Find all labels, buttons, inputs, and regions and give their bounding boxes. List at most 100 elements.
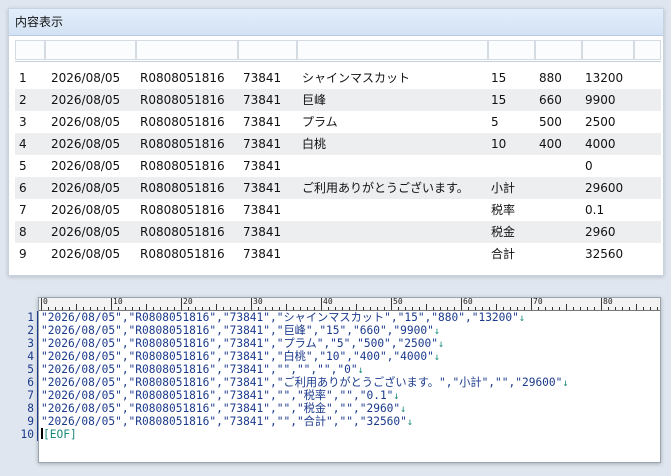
end-of-line-mark: ↓ bbox=[518, 313, 525, 324]
end-of-line-mark: ↓ bbox=[400, 404, 407, 415]
text-line-content: "2026/08/05","R0808051816","73841","巨峰",… bbox=[41, 324, 434, 337]
table-row[interactable]: 2 2026/08/05 R0808051816 73841 巨峰 15 660 9900 bbox=[15, 89, 661, 111]
cell-amount: 13200 bbox=[585, 71, 624, 85]
line-number: 8 bbox=[8, 402, 38, 415]
cell-receipt-code: R0808051816 bbox=[140, 137, 225, 151]
end-of-line-mark: ↓ bbox=[433, 326, 440, 337]
cell-row-number: 4 bbox=[19, 137, 27, 151]
cell-amount: 2960 bbox=[585, 225, 616, 239]
column-header-code[interactable] bbox=[136, 40, 238, 60]
column-header-item[interactable] bbox=[297, 40, 488, 60]
line-number: 6 bbox=[8, 376, 38, 389]
text-line[interactable]: "2026/08/05","R0808051816","73841","","合… bbox=[41, 415, 660, 428]
editor-text-area[interactable]: "2026/08/05","R0808051816","73841","シャイン… bbox=[41, 311, 660, 441]
line-number: 10 bbox=[8, 428, 38, 441]
text-line-content: "2026/08/05","R0808051816","73841","","税… bbox=[41, 389, 394, 402]
column-header-extra[interactable] bbox=[634, 40, 661, 60]
cell-item-name: シャインマスカット bbox=[302, 71, 411, 85]
cell-amount: 0 bbox=[585, 159, 593, 173]
cell-date: 2026/08/05 bbox=[51, 247, 121, 261]
cell-amount: 4000 bbox=[585, 137, 616, 151]
ruler-mark: 50 bbox=[392, 298, 404, 306]
cell-receipt-code: R0808051816 bbox=[140, 203, 225, 217]
cell-date: 2026/08/05 bbox=[51, 181, 121, 195]
cell-receipt-code: R0808051816 bbox=[140, 159, 225, 173]
cell-store-id: 73841 bbox=[243, 203, 282, 217]
cell-quantity: 合計 bbox=[491, 247, 516, 261]
text-line[interactable]: "2026/08/05","R0808051816","73841","ご利用あ… bbox=[41, 376, 660, 389]
end-of-line-mark: ↓ bbox=[437, 339, 444, 350]
cell-date: 2026/08/05 bbox=[51, 115, 121, 129]
cell-item-name: ご利用ありがとうございます。 bbox=[302, 181, 469, 195]
cell-row-number: 7 bbox=[19, 203, 27, 217]
cell-row-number: 8 bbox=[19, 225, 27, 239]
table-row[interactable]: 4 2026/08/05 R0808051816 73841 白桃 10 400 4000 bbox=[15, 133, 661, 155]
end-of-file-mark: [EOF] bbox=[43, 428, 77, 441]
cell-amount: 0.1 bbox=[585, 203, 605, 217]
column-header-id[interactable] bbox=[238, 40, 297, 60]
end-of-line-mark: ↓ bbox=[562, 378, 569, 389]
cell-unit-price: 500 bbox=[539, 115, 562, 129]
panel-title: 内容表示 bbox=[9, 9, 663, 36]
data-grid[interactable]: 1 2026/08/05 R0808051816 73841 シャインマスカット 15 88… bbox=[15, 40, 661, 265]
column-header-date[interactable] bbox=[45, 40, 136, 60]
ruler-mark: 80 bbox=[602, 298, 614, 306]
cell-unit-price: 400 bbox=[539, 137, 562, 151]
table-row[interactable]: 9 2026/08/05 R0808051816 73841 合計 32560 bbox=[15, 243, 661, 265]
ruler-mark: 30 bbox=[252, 298, 264, 306]
line-number: 5 bbox=[8, 363, 38, 376]
text-line[interactable]: "2026/08/05","R0808051816","73841","プラム"… bbox=[41, 337, 660, 350]
ruler-mark: 10 bbox=[112, 298, 124, 306]
table-row[interactable]: 8 2026/08/05 R0808051816 73841 税金 2960 bbox=[15, 221, 661, 243]
text-line[interactable]: "2026/08/05","R0808051816","73841","巨峰",… bbox=[41, 324, 660, 337]
text-line[interactable]: "2026/08/05","R0808051816","73841","",""… bbox=[41, 363, 660, 376]
cell-row-number: 2 bbox=[19, 93, 27, 107]
cell-date: 2026/08/05 bbox=[51, 159, 121, 173]
text-line[interactable]: "2026/08/05","R0808051816","73841","シャイン… bbox=[41, 311, 660, 324]
line-number: 1 bbox=[8, 311, 38, 324]
text-line[interactable]: "2026/08/05","R0808051816","73841","","税… bbox=[41, 402, 660, 415]
cell-quantity: 5 bbox=[491, 115, 499, 129]
ruler-mark: 20 bbox=[182, 298, 194, 306]
column-header-qty[interactable] bbox=[488, 40, 535, 60]
cell-row-number: 5 bbox=[19, 159, 27, 173]
text-line-content: "2026/08/05","R0808051816","73841","","合… bbox=[41, 415, 407, 428]
column-header-no[interactable] bbox=[15, 40, 45, 60]
cell-store-id: 73841 bbox=[243, 71, 282, 85]
cell-receipt-code: R0808051816 bbox=[140, 181, 225, 195]
cell-date: 2026/08/05 bbox=[51, 93, 121, 107]
table-row[interactable]: 3 2026/08/05 R0808051816 73841 プラム 5 500 2500 bbox=[15, 111, 661, 133]
cell-amount: 29600 bbox=[585, 181, 624, 195]
cell-store-id: 73841 bbox=[243, 247, 282, 261]
table-row[interactable]: 1 2026/08/05 R0808051816 73841 シャインマスカット 15 88… bbox=[15, 67, 661, 89]
table-row[interactable]: 7 2026/08/05 R0808051816 73841 税率 0.1 bbox=[15, 199, 661, 221]
text-line[interactable]: "2026/08/05","R0808051816","73841","","税… bbox=[41, 389, 660, 402]
cell-store-id: 73841 bbox=[243, 181, 282, 195]
line-number-gutter: 1 2 3 4 5 6 7 8 9 10 bbox=[8, 311, 38, 441]
line-number: 9 bbox=[8, 415, 38, 428]
column-header-amount[interactable] bbox=[582, 40, 634, 60]
end-of-line-mark: ↓ bbox=[433, 352, 440, 363]
end-of-line-mark: ↓ bbox=[357, 365, 364, 376]
text-line[interactable]: [EOF] bbox=[41, 428, 660, 441]
text-editor-panel[interactable]: 0 10 20 30 40 50 60 70 80 1 2 3 4 5 6 7 8 9 10 "2026/08/0… bbox=[21, 297, 661, 463]
table-row[interactable]: 5 2026/08/05 R0808051816 73841 0 bbox=[15, 155, 661, 177]
cell-receipt-code: R0808051816 bbox=[140, 247, 225, 261]
line-number: 4 bbox=[8, 350, 38, 363]
text-line[interactable]: "2026/08/05","R0808051816","73841","白桃",… bbox=[41, 350, 660, 363]
cell-quantity: 10 bbox=[491, 137, 507, 151]
cell-store-id: 73841 bbox=[243, 93, 282, 107]
line-number: 3 bbox=[8, 337, 38, 350]
cell-date: 2026/08/05 bbox=[51, 225, 121, 239]
end-of-line-mark: ↓ bbox=[393, 391, 400, 402]
column-header-price[interactable] bbox=[535, 40, 582, 60]
cell-quantity: 小計 bbox=[491, 181, 516, 195]
cell-store-id: 73841 bbox=[243, 159, 282, 173]
cell-row-number: 6 bbox=[19, 181, 27, 195]
text-line-content: "2026/08/05","R0808051816","73841","","税… bbox=[41, 402, 401, 415]
table-row[interactable]: 6 2026/08/05 R0808051816 73841 ご利用ありがとうございます… bbox=[15, 177, 661, 199]
line-number: 7 bbox=[8, 389, 38, 402]
end-of-line-mark: ↓ bbox=[406, 417, 413, 428]
content-view-panel: 内容表示 1 2026/08/05 R0808051816 73841 シャインマスカッ… bbox=[8, 8, 664, 276]
ruler-mark: 60 bbox=[462, 298, 474, 306]
